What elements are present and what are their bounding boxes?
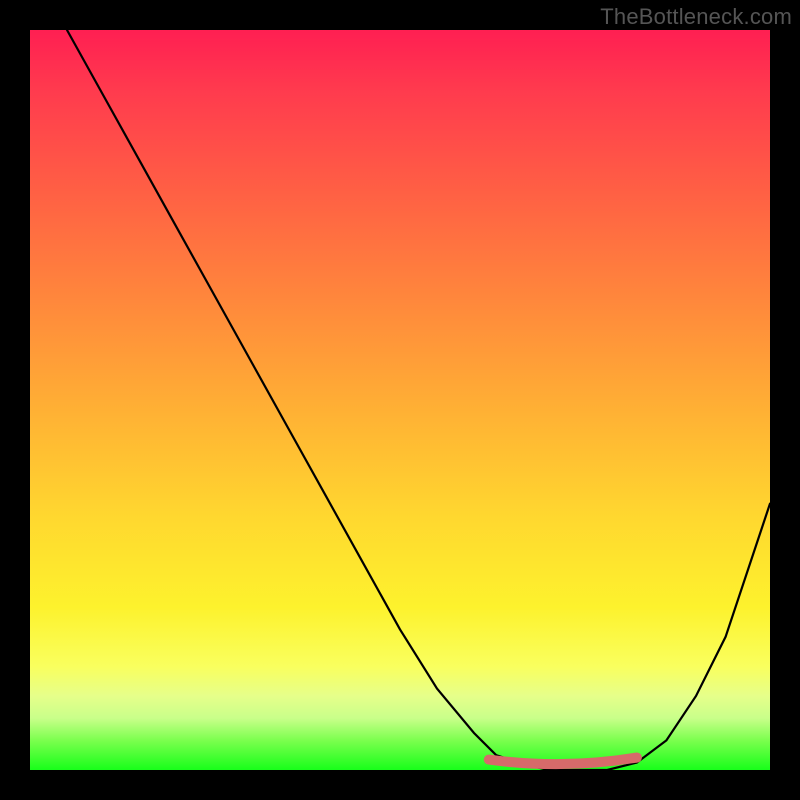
optimal-range-end-dot (632, 753, 642, 763)
bottleneck-curve (67, 30, 770, 770)
optimal-range-marker (489, 758, 637, 765)
chart-canvas: TheBottleneck.com (0, 0, 800, 800)
plot-area (30, 30, 770, 770)
attribution-text: TheBottleneck.com (600, 4, 792, 30)
curve-layer (30, 30, 770, 770)
